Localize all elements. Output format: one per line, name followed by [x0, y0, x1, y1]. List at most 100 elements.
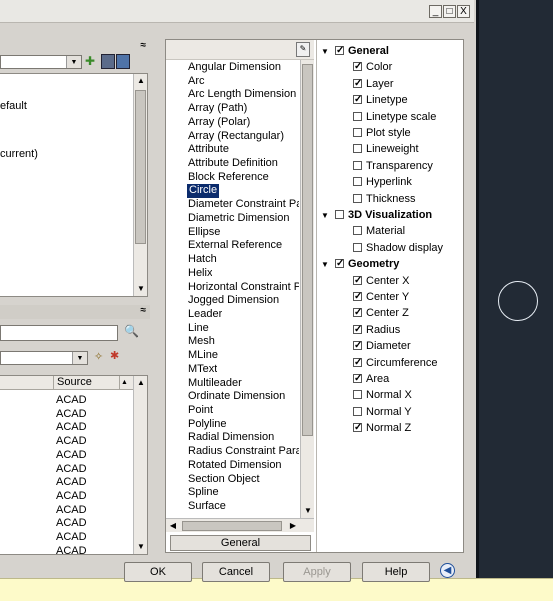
scroll-thumb[interactable]: [135, 90, 146, 244]
object-type-item[interactable]: Hatch: [188, 253, 217, 267]
property-group[interactable]: ▼ General: [321, 43, 389, 59]
property-item[interactable]: Plot style: [321, 125, 411, 141]
property-checkbox[interactable]: [353, 289, 362, 305]
object-type-item[interactable]: Mesh: [188, 335, 215, 349]
source-cell[interactable]: ACAD: [56, 516, 118, 530]
object-type-item[interactable]: External Reference: [188, 239, 282, 253]
property-group[interactable]: ▼ Geometry: [321, 256, 399, 272]
cancel-button[interactable]: Cancel: [202, 562, 270, 582]
property-item[interactable]: Center Y: [321, 289, 409, 305]
source-cell[interactable]: ACAD: [56, 407, 118, 421]
property-item[interactable]: Center Z: [321, 305, 409, 321]
scroll-right-icon[interactable]: ▶: [286, 519, 300, 533]
property-item[interactable]: Linetype: [321, 92, 408, 108]
object-type-item[interactable]: Helix: [188, 267, 212, 281]
object-type-item[interactable]: Diametric Dimension: [188, 212, 289, 226]
object-type-item[interactable]: Circle: [187, 184, 220, 199]
collapse-icon[interactable]: ≈: [141, 40, 147, 51]
source-cell[interactable]: ACAD: [56, 530, 118, 544]
collapse-dialog-icon[interactable]: ◀: [440, 563, 455, 578]
property-checkbox[interactable]: [353, 273, 362, 289]
ok-button[interactable]: OK: [124, 562, 192, 582]
object-type-item[interactable]: Radius Constraint Paramete: [188, 445, 299, 459]
property-item[interactable]: Normal Z: [321, 420, 411, 436]
property-checkbox[interactable]: [353, 371, 362, 387]
object-type-item[interactable]: Point: [188, 404, 213, 418]
source-cell[interactable]: ACAD: [56, 393, 118, 407]
maximize-button[interactable]: □: [443, 5, 456, 18]
object-type-item[interactable]: Array (Rectangular): [188, 130, 284, 144]
source-cell[interactable]: ACAD: [56, 544, 118, 558]
object-list-scrollbar[interactable]: ▼: [300, 60, 314, 518]
chevron-down-icon[interactable]: ▼: [66, 56, 81, 68]
list-item[interactable]: current): [0, 148, 38, 160]
object-type-item[interactable]: Surface: [188, 500, 226, 514]
scope-dropdown[interactable]: ▼: [0, 351, 88, 365]
scroll-up-icon[interactable]: ▲: [134, 376, 148, 390]
scroll-down-icon[interactable]: ▼: [301, 504, 315, 518]
object-type-item[interactable]: Horizontal Constraint Paran: [188, 281, 299, 295]
property-checkbox[interactable]: [353, 406, 362, 416]
property-checkbox[interactable]: [353, 128, 362, 137]
scroll-left-icon[interactable]: ◀: [166, 519, 180, 533]
property-item[interactable]: Normal X: [321, 387, 412, 403]
scroll-thumb[interactable]: [302, 64, 313, 436]
tab-general[interactable]: General: [170, 535, 311, 551]
source-cell[interactable]: ACAD: [56, 448, 118, 462]
object-type-item[interactable]: Arc Length Dimension: [188, 88, 296, 102]
object-type-item[interactable]: Ellipse: [188, 226, 220, 240]
object-type-item[interactable]: MText: [188, 363, 217, 377]
object-type-item[interactable]: Diameter Constraint Parame: [188, 198, 299, 212]
object-type-item[interactable]: Section Object: [188, 473, 260, 487]
help-button[interactable]: Help: [362, 562, 430, 582]
object-type-item[interactable]: Jogged Dimension: [188, 294, 279, 308]
property-group[interactable]: ▼ 3D Visualization: [321, 207, 432, 223]
object-type-item[interactable]: Angular Dimension: [188, 61, 281, 75]
object-type-item[interactable]: Arc: [188, 75, 205, 89]
property-checkbox[interactable]: [353, 59, 362, 75]
close-button[interactable]: X: [457, 5, 470, 18]
object-type-item[interactable]: Attribute: [188, 143, 229, 157]
scroll-down-icon[interactable]: ▼: [134, 282, 148, 296]
object-type-item[interactable]: Array (Path): [188, 102, 247, 116]
property-item[interactable]: Normal Y: [321, 404, 412, 420]
property-item[interactable]: Radius: [321, 322, 400, 338]
property-item[interactable]: Color: [321, 59, 392, 75]
circle-shape[interactable]: [498, 281, 538, 321]
object-type-item[interactable]: Block Reference: [188, 171, 269, 185]
filter-star-icon[interactable]: ✧: [94, 350, 103, 363]
object-type-item[interactable]: Attribute Definition: [188, 157, 278, 171]
column-header-source[interactable]: Source: [57, 376, 92, 389]
save-icon[interactable]: [101, 54, 115, 69]
property-item[interactable]: Linetype scale: [321, 109, 436, 125]
source-cell[interactable]: ACAD: [56, 434, 118, 448]
new-filter-icon[interactable]: ✱: [110, 349, 119, 362]
object-list-hscrollbar[interactable]: ◀ ▶: [166, 518, 314, 532]
source-cell[interactable]: ACAD: [56, 420, 118, 434]
property-item[interactable]: Layer: [321, 76, 394, 92]
object-type-item[interactable]: Spline: [188, 486, 219, 500]
apply-button[interactable]: Apply: [283, 562, 351, 582]
property-checkbox[interactable]: [353, 76, 362, 92]
property-checkbox[interactable]: [335, 256, 344, 272]
object-type-item[interactable]: Array (Polar): [188, 116, 250, 130]
search-input[interactable]: [0, 325, 118, 341]
property-item[interactable]: Transparency: [321, 158, 433, 174]
object-type-item[interactable]: Ordinate Dimension: [188, 390, 285, 404]
chevron-down-icon[interactable]: ▼: [72, 352, 87, 364]
object-list-options-icon[interactable]: ✎: [296, 42, 310, 57]
property-checkbox[interactable]: [335, 210, 344, 219]
object-type-item[interactable]: Radial Dimension: [188, 431, 274, 445]
scroll-up-icon[interactable]: ▲: [134, 74, 148, 88]
property-checkbox[interactable]: [353, 305, 362, 321]
save-as-icon[interactable]: [116, 54, 130, 69]
object-type-item[interactable]: Multileader: [188, 377, 242, 391]
sort-up-icon[interactable]: ▲: [121, 376, 128, 389]
property-checkbox[interactable]: [353, 355, 362, 371]
property-checkbox[interactable]: [353, 177, 362, 187]
expand-icon[interactable]: ▼: [321, 208, 335, 224]
minimize-button[interactable]: _: [429, 5, 442, 18]
object-type-item[interactable]: MLine: [188, 349, 218, 363]
property-checkbox[interactable]: [335, 43, 344, 59]
scroll-down-icon[interactable]: ▼: [134, 540, 148, 554]
